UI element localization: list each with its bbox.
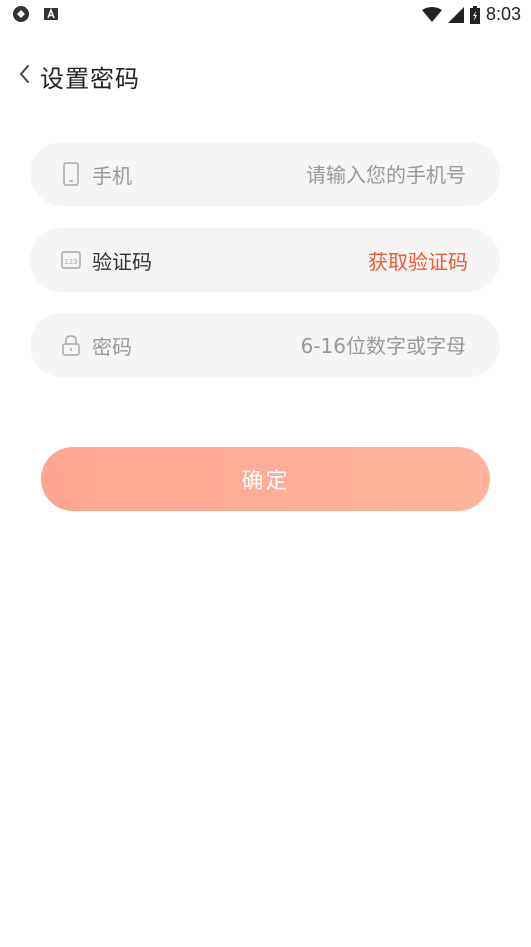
code-label: 验证码 [92,250,152,274]
status-bar: 8:03 [0,0,531,30]
wifi-icon [421,6,442,22]
status-left [12,5,60,23]
phone-field: 手机 [30,142,500,206]
password-label: 密码 [92,335,132,359]
svg-text:123: 123 [64,258,77,266]
battery-icon [469,5,480,24]
status-right: 8:03 [421,4,521,25]
phone-icon [63,162,79,186]
get-code-button[interactable]: 获取验证码 [368,246,468,275]
code-field: 123 验证码 获取验证码 [30,228,500,292]
header: 设置密码 [0,50,531,98]
confirm-button[interactable]: 确定 [41,447,490,511]
page-title: 设置密码 [40,65,140,93]
code-icon: 123 [61,251,81,269]
signal-icon [447,6,464,23]
password-field: 密码 [30,313,500,377]
back-chevron-icon[interactable] [12,60,40,88]
status-time: 8:03 [485,4,521,24]
notification-icon [13,6,29,22]
lock-icon [62,335,80,356]
phone-input[interactable] [204,154,468,196]
phone-label: 手机 [92,164,132,188]
a-icon [44,7,58,20]
password-input[interactable] [204,325,468,367]
